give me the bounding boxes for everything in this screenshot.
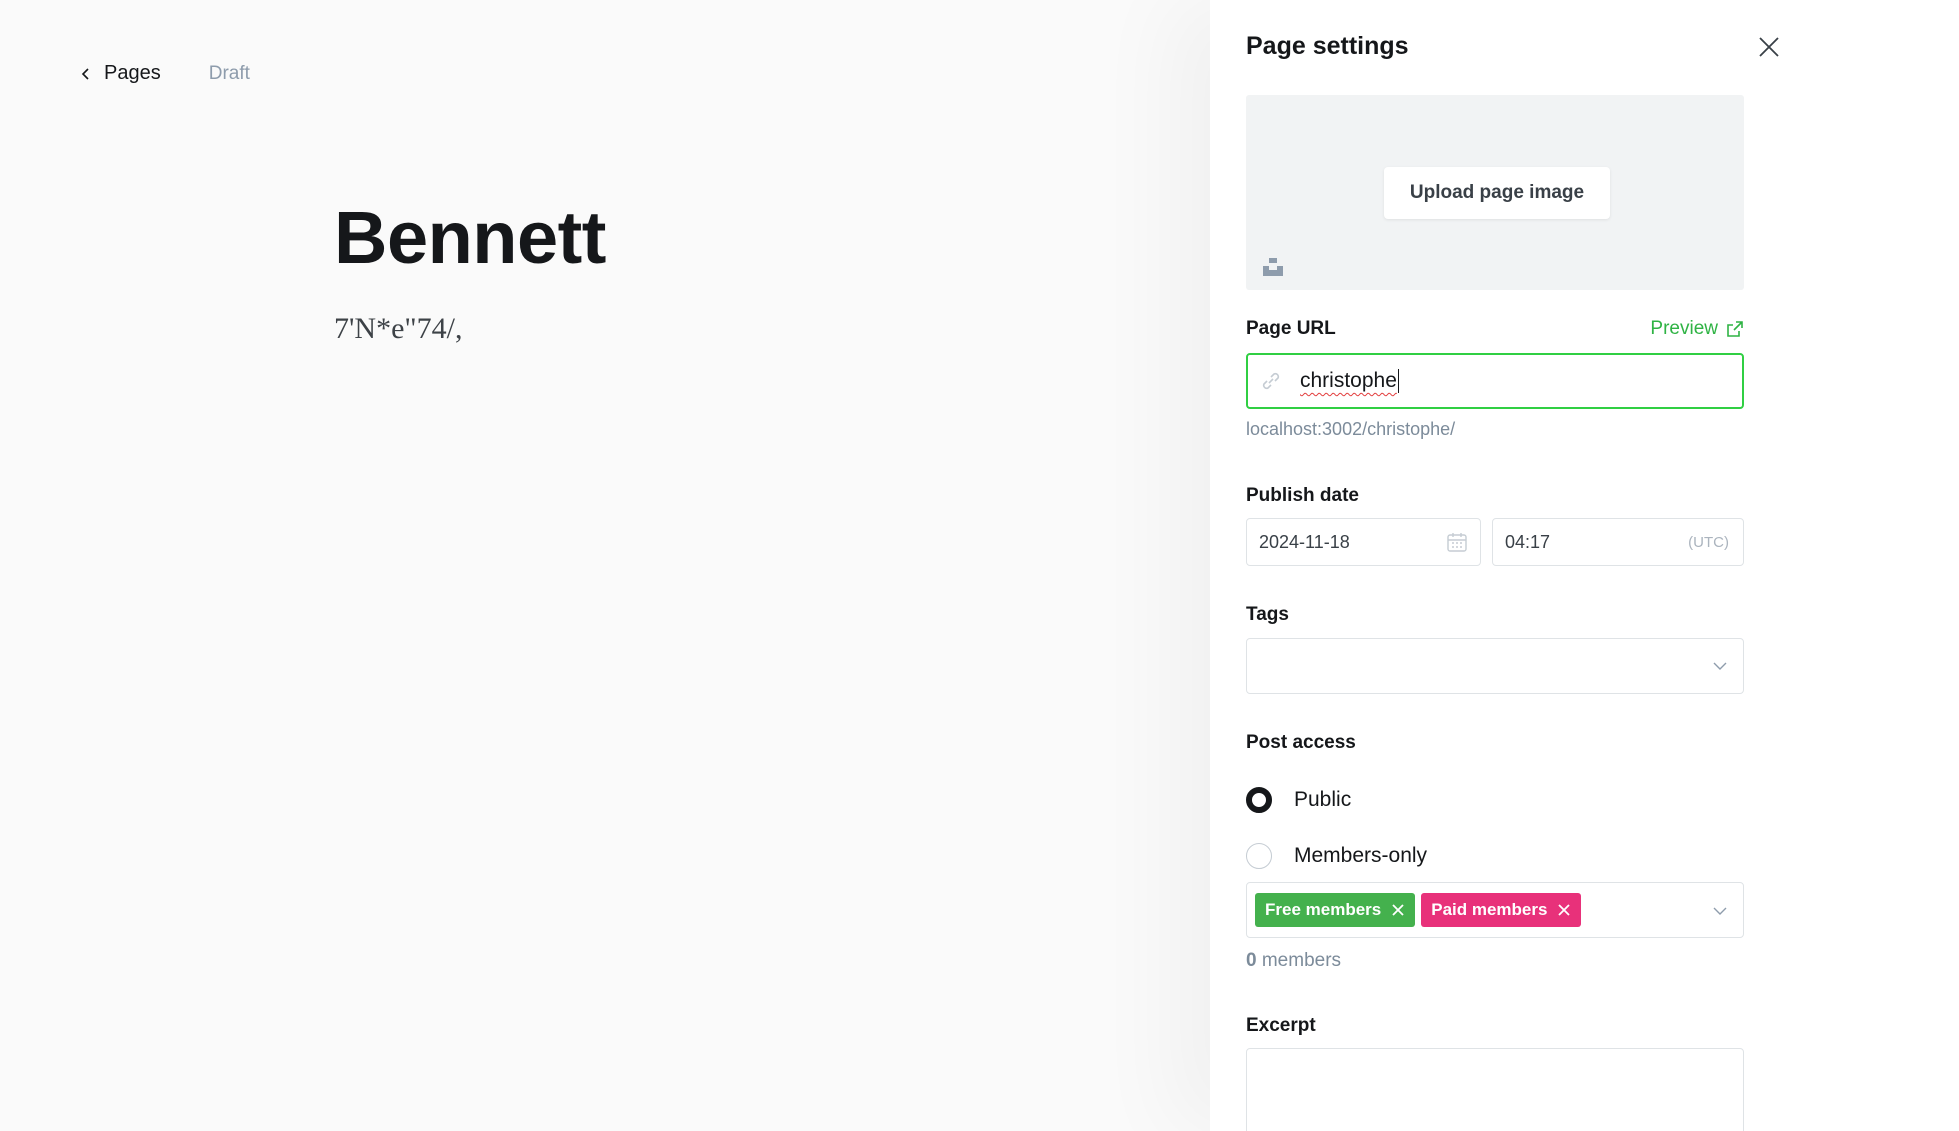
access-option-label: Members-only [1294,844,1428,867]
page-url-hint: localhost:3002/christophe/ [1246,419,1456,439]
tier-token-free: Free members [1255,893,1416,927]
post-body[interactable]: 7'N*e"74/, [334,312,462,346]
chevron-down-icon [1713,662,1727,670]
tier-token-paid: Paid members [1421,893,1582,927]
page-url-label: Page URL [1246,318,1336,339]
post-access-label: Post access [1246,732,1356,753]
date-value: 2024-11-18 [1259,531,1350,552]
tier-token-label: Free members [1265,900,1382,919]
link-icon [1262,372,1280,390]
member-tiers-select[interactable]: Free members Paid members [1246,882,1744,938]
time-value: 04:17 [1505,531,1551,552]
publish-time-input[interactable]: 04:17 (UTC) [1492,518,1744,566]
post-status: Draft [208,62,250,84]
unsplash-icon[interactable] [1262,255,1284,277]
access-option-members-only[interactable]: Members-only [1246,843,1427,869]
upload-image-button[interactable]: Upload page image [1384,167,1610,219]
close-icon[interactable] [1756,34,1782,60]
chevron-left-icon [81,67,89,80]
page-settings-panel: Page settings Upload page image Page URL… [1210,0,1959,1131]
publish-date-input[interactable]: 2024-11-18 [1246,518,1481,566]
excerpt-textarea[interactable] [1246,1048,1744,1131]
tags-select[interactable] [1246,638,1744,694]
remove-icon[interactable] [1557,903,1571,917]
timezone-label: (UTC) [1688,533,1729,551]
members-count-number: 0 [1246,950,1257,971]
panel-title: Page settings [1246,32,1409,60]
calendar-icon[interactable] [1446,531,1468,553]
post-title[interactable]: Bennett [334,195,606,280]
members-count: 0 members [1246,950,1341,972]
publish-date-label: Publish date [1246,485,1359,506]
page-url-value: christophe [1300,369,1397,392]
tier-token-label: Paid members [1431,900,1548,919]
back-to-pages-link[interactable]: Pages [80,62,161,85]
editor-area: Pages Draft Bennett 7'N*e"74/, [0,0,1210,1131]
remove-icon[interactable] [1391,903,1405,917]
external-link-icon [1727,321,1743,337]
chevron-down-icon [1713,907,1727,915]
excerpt-label: Excerpt [1246,1015,1316,1036]
preview-label: Preview [1650,318,1718,339]
access-option-label: Public [1294,788,1352,811]
radio-public[interactable] [1246,787,1272,813]
radio-members-only[interactable] [1246,843,1272,869]
breadcrumb: Pages Draft [80,62,250,85]
text-caret [1397,369,1399,393]
access-option-public[interactable]: Public [1246,787,1351,813]
back-link-label: Pages [104,62,161,84]
preview-link[interactable]: Preview [1650,318,1744,340]
page-url-input[interactable]: christophe [1246,353,1744,409]
tags-label: Tags [1246,604,1289,625]
members-count-suffix: members [1261,950,1342,971]
feature-image-area[interactable]: Upload page image [1246,95,1744,290]
